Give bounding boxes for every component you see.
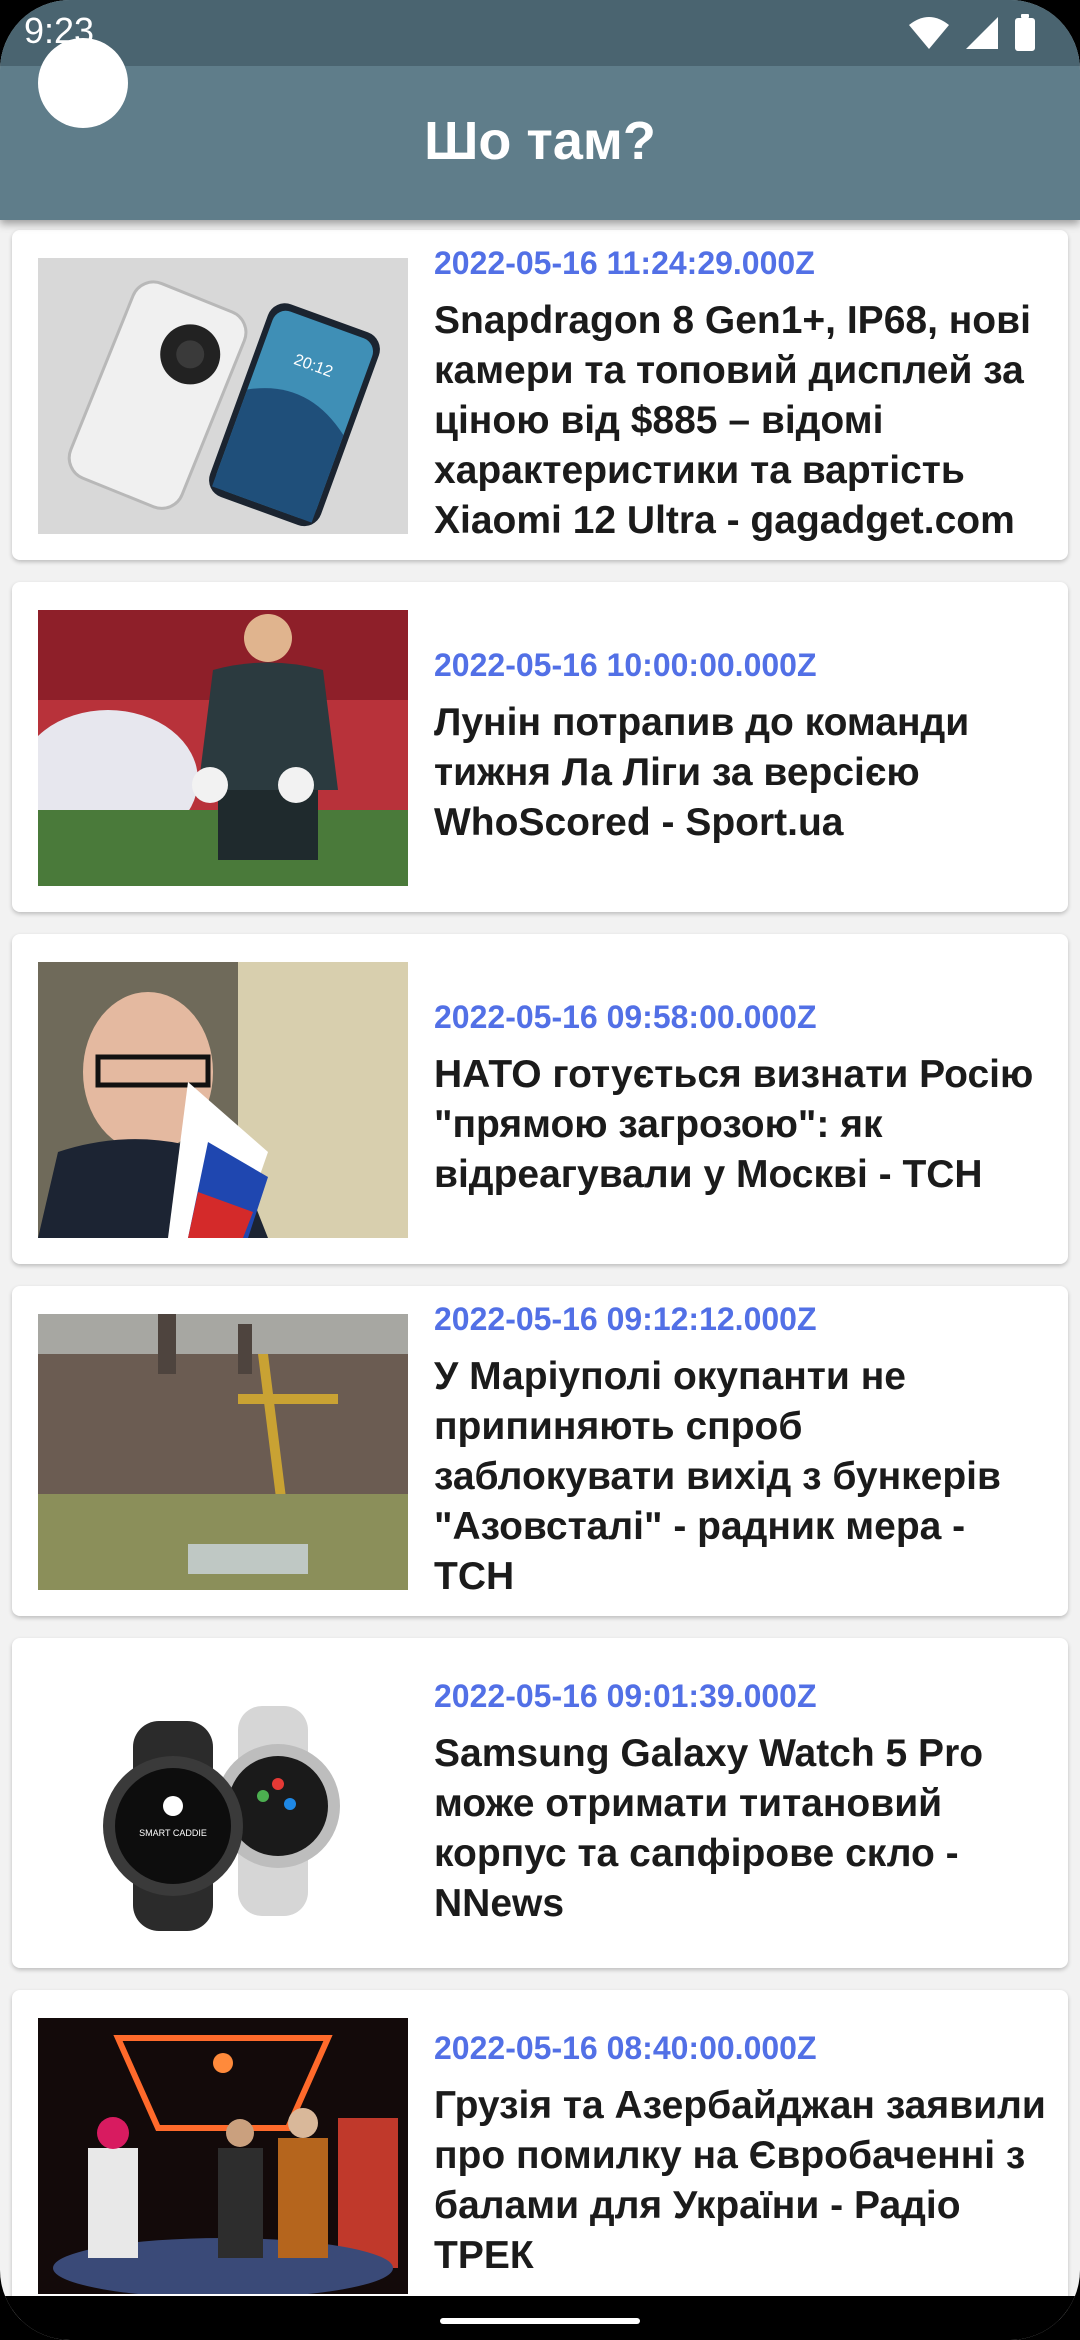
article-date: 2022-05-16 08:40:00.000Z <box>434 2029 817 2066</box>
news-card[interactable]: 2022-05-16 09:58:00.000Z НАТО готується … <box>12 934 1068 1264</box>
article-title[interactable]: У Маріуполі окупанти не припиняють спроб… <box>434 1352 1054 1602</box>
article-image <box>38 1314 408 1590</box>
article-text: 2022-05-16 11:24:29.000Z Snapdragon 8 Ge… <box>434 230 1054 560</box>
home-handle[interactable] <box>440 2318 640 2324</box>
status-bar: 9:23 <box>0 0 1080 66</box>
app-title: Шо там? <box>424 111 656 171</box>
camera-cutout <box>38 38 128 128</box>
news-card[interactable]: 20:12 2022-05-16 11:24:29.000Z Snapdrago… <box>12 230 1068 560</box>
article-date: 2022-05-16 09:01:39.000Z <box>434 1677 817 1714</box>
article-text: 2022-05-16 10:00:00.000Z Лунін потрапив … <box>434 582 1054 912</box>
article-image <box>38 962 408 1238</box>
smartwatch-brand-label: SMART CADDIE <box>139 1828 207 1838</box>
news-card[interactable]: 2022-05-16 09:12:12.000Z У Маріуполі оку… <box>12 1286 1068 1616</box>
phone-photo: 20:12 <box>38 258 408 534</box>
article-image <box>38 610 408 886</box>
gesture-nav-bar <box>0 2296 1080 2340</box>
article-date: 2022-05-16 10:00:00.000Z <box>434 646 817 683</box>
article-title[interactable]: Snapdragon 8 Gen1+, IP68, нові камери та… <box>434 296 1054 546</box>
article-image <box>38 2018 408 2294</box>
cell-signal-icon <box>966 17 998 49</box>
status-icons <box>908 14 1036 52</box>
article-text: 2022-05-16 08:40:00.000Z Грузія та Азерб… <box>434 1990 1054 2320</box>
app-bar: 9:23 Шо там? <box>0 0 1080 220</box>
news-card[interactable]: 2022-05-16 08:40:00.000Z Грузія та Азерб… <box>12 1990 1068 2320</box>
article-date: 2022-05-16 09:12:12.000Z <box>434 1300 817 1337</box>
article-image: 20:12 <box>38 258 408 534</box>
smartwatch-photo: SMART CADDIE <box>38 1666 408 1942</box>
article-title[interactable]: Лунін потрапив до команди тижня Ла Ліги … <box>434 698 1054 848</box>
app-screen: 9:23 Шо там? 20:12 2022-05-16 11:24:29.0… <box>0 0 1080 2340</box>
goalkeeper-photo <box>38 610 408 886</box>
article-title[interactable]: НАТО готується визнати Росію "прямою заг… <box>434 1050 1054 1200</box>
wifi-icon <box>909 17 949 49</box>
article-date: 2022-05-16 09:58:00.000Z <box>434 998 817 1035</box>
diplomat-photo <box>38 962 408 1238</box>
article-text: 2022-05-16 09:12:12.000Z У Маріуполі оку… <box>434 1286 1054 1616</box>
article-title[interactable]: Грузія та Азербайджан заявили про помилк… <box>434 2081 1054 2281</box>
article-text: 2022-05-16 09:01:39.000Z Samsung Galaxy … <box>434 1638 1054 1968</box>
article-title[interactable]: Samsung Galaxy Watch 5 Pro може отримати… <box>434 1729 1054 1929</box>
news-card[interactable]: SMART CADDIE 2022-05-16 09:01:39.000Z Sa… <box>12 1638 1068 1968</box>
news-card[interactable]: 2022-05-16 10:00:00.000Z Лунін потрапив … <box>12 582 1068 912</box>
article-image: SMART CADDIE <box>38 1666 408 1942</box>
article-text: 2022-05-16 09:58:00.000Z НАТО готується … <box>434 934 1054 1264</box>
stage-performance-photo <box>38 2018 408 2294</box>
battery-icon <box>1015 14 1035 51</box>
article-date: 2022-05-16 11:24:29.000Z <box>434 244 815 281</box>
steel-plant-photo <box>38 1314 408 1590</box>
